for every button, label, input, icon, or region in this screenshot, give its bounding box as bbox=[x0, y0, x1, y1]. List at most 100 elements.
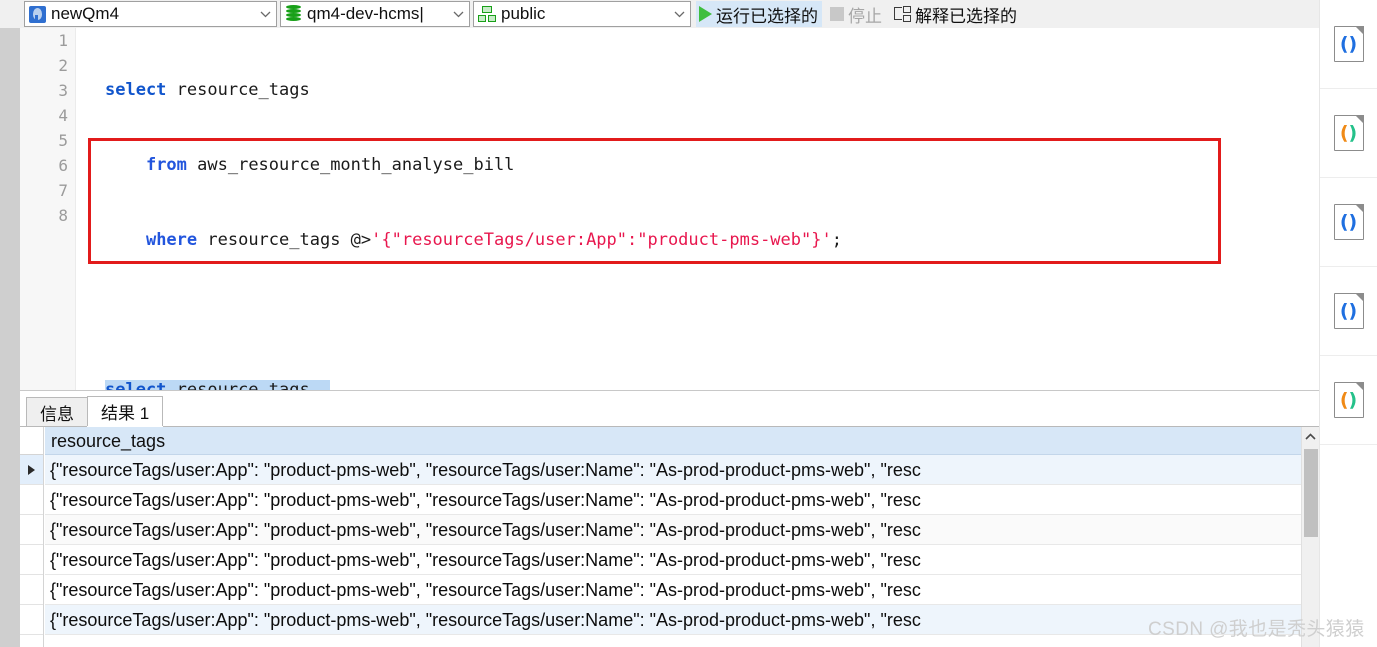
table-row[interactable]: {"resourceTags/user:App": "product-pms-w… bbox=[45, 485, 1301, 515]
schema-dropdown-label: public bbox=[501, 4, 546, 23]
sql-text: ; bbox=[831, 230, 842, 250]
sql-text: resource_tags @> bbox=[197, 230, 372, 250]
code-line-1: select resource_tags bbox=[105, 78, 1319, 103]
line-number: 2 bbox=[58, 56, 68, 75]
paren-right: ) bbox=[1348, 389, 1358, 411]
stop-square-icon bbox=[830, 7, 844, 21]
run-selected-label: 运行已选择的 bbox=[716, 6, 818, 26]
code-file-glyph: () bbox=[1334, 382, 1364, 418]
sql-keyword: from bbox=[145, 155, 187, 175]
chevron-down-icon[interactable] bbox=[670, 11, 688, 18]
play-icon bbox=[699, 6, 712, 22]
paren-left: ( bbox=[1339, 389, 1349, 411]
code-file-glyph: () bbox=[1334, 115, 1364, 151]
row-header-cell[interactable] bbox=[20, 455, 43, 485]
rail-item-3[interactable]: () bbox=[1320, 178, 1377, 267]
code-file-glyph: () bbox=[1334, 26, 1364, 62]
selected-code-span: select resource_tags bbox=[105, 380, 331, 391]
sql-text-pad bbox=[310, 380, 330, 390]
row-header-cell[interactable] bbox=[20, 545, 43, 575]
code-file-icon[interactable]: () bbox=[1333, 26, 1364, 62]
sql-keyword: select bbox=[105, 380, 167, 391]
results-tabstrip: 信息 结果 1 bbox=[20, 396, 1319, 427]
rail-item-5[interactable]: () bbox=[1320, 356, 1377, 445]
table-row[interactable]: {"resourceTags/user:App": "product-pms-w… bbox=[45, 515, 1301, 545]
left-rail bbox=[0, 0, 20, 647]
row-header-column bbox=[20, 427, 44, 647]
code-line-2: from aws_resource_month_analyse_bill bbox=[105, 153, 1319, 178]
sql-text: resource_tags bbox=[166, 80, 310, 100]
connection-dropdown-label: newQm4 bbox=[51, 4, 120, 23]
paren-left: ( bbox=[1339, 33, 1349, 55]
sql-string-literal: '{"resourceTags/user:App":"product-pms-w… bbox=[371, 230, 832, 250]
table-row[interactable]: {"resourceTags/user:App": "product-pms-w… bbox=[45, 605, 1301, 635]
line-number-gutter: 1 2 3 4 5 6 7 8 bbox=[20, 28, 76, 390]
scrollbar-thumb[interactable] bbox=[1304, 449, 1318, 537]
code-file-icon[interactable]: () bbox=[1333, 204, 1364, 240]
code-file-icon[interactable]: () bbox=[1333, 382, 1364, 418]
paren-right: ) bbox=[1348, 300, 1358, 322]
results-pane: 信息 结果 1 resource_tags {"resourceTags/use… bbox=[20, 391, 1319, 647]
sql-keyword: select bbox=[105, 80, 167, 100]
database-cylinder-icon bbox=[285, 5, 302, 23]
paren-left: ( bbox=[1339, 211, 1349, 233]
schema-grid-icon bbox=[478, 5, 496, 23]
sql-client-window: newQm4 qm4-dev-hcms| public 运行已选择的 停止 解释… bbox=[0, 0, 1377, 647]
line-number: 5 bbox=[58, 131, 68, 150]
rail-item-2[interactable]: () bbox=[1320, 89, 1377, 178]
line-number: 7 bbox=[58, 181, 68, 200]
database-dropdown-label: qm4-dev-hcms| bbox=[307, 4, 424, 23]
code-line-3: where resource_tags @>'{"resourceTags/us… bbox=[105, 228, 1319, 253]
chevron-up-icon[interactable] bbox=[1302, 427, 1319, 445]
sql-indent bbox=[105, 155, 146, 175]
column-header-resource-tags[interactable]: resource_tags bbox=[45, 427, 1301, 455]
tab-info-label: 信息 bbox=[40, 404, 74, 424]
code-file-glyph: () bbox=[1334, 293, 1364, 329]
paren-right: ) bbox=[1348, 122, 1358, 144]
row-header-cell[interactable] bbox=[20, 485, 43, 515]
code-line-5: select resource_tags bbox=[105, 378, 1319, 391]
tab-info[interactable]: 信息 bbox=[26, 397, 88, 426]
line-number: 3 bbox=[58, 81, 68, 100]
line-number: 1 bbox=[58, 31, 68, 50]
rail-item-1[interactable]: () bbox=[1320, 0, 1377, 89]
line-number: 6 bbox=[58, 156, 68, 175]
schema-dropdown[interactable]: public bbox=[473, 1, 691, 27]
sql-text: aws_resource_month_analyse_bill bbox=[186, 155, 515, 175]
sql-text: resource_tags bbox=[166, 380, 310, 391]
run-selected-button[interactable]: 运行已选择的 bbox=[696, 1, 822, 27]
table-row[interactable]: {"resourceTags/user:App": "product-pms-w… bbox=[45, 575, 1301, 605]
explain-selected-label: 解释已选择的 bbox=[915, 6, 1017, 26]
table-row[interactable]: {"resourceTags/user:App": "product-pms-w… bbox=[45, 455, 1301, 485]
table-row[interactable]: {"resourceTags/user:App": "product-pms-w… bbox=[45, 545, 1301, 575]
chevron-down-icon[interactable] bbox=[256, 11, 274, 18]
row-header-cell[interactable] bbox=[20, 575, 43, 605]
sql-editor[interactable]: 1 2 3 4 5 6 7 8 select resource_tags fro… bbox=[20, 28, 1319, 391]
row-header-cell[interactable] bbox=[20, 605, 43, 635]
explain-icon bbox=[894, 6, 911, 22]
sql-code-area[interactable]: select resource_tags from aws_resource_m… bbox=[77, 28, 1319, 391]
code-file-icon[interactable]: () bbox=[1333, 115, 1364, 151]
database-dropdown[interactable]: qm4-dev-hcms| bbox=[280, 1, 470, 27]
paren-right: ) bbox=[1348, 211, 1358, 233]
left-rail-top-spacer bbox=[0, 0, 20, 28]
chevron-down-icon[interactable] bbox=[449, 11, 467, 18]
rail-item-4[interactable]: () bbox=[1320, 267, 1377, 356]
results-data-column: resource_tags {"resourceTags/user:App": … bbox=[45, 427, 1301, 647]
connection-dropdown[interactable]: newQm4 bbox=[24, 1, 277, 27]
explain-selected-button[interactable]: 解释已选择的 bbox=[891, 1, 1021, 27]
stop-button[interactable]: 停止 bbox=[827, 1, 886, 27]
row-header-corner bbox=[20, 427, 43, 455]
paren-left: ( bbox=[1339, 300, 1349, 322]
row-header-cell[interactable] bbox=[20, 515, 43, 545]
toolbar: newQm4 qm4-dev-hcms| public 运行已选择的 停止 解释… bbox=[20, 0, 1319, 28]
code-file-icon[interactable]: () bbox=[1333, 293, 1364, 329]
code-file-glyph: () bbox=[1334, 204, 1364, 240]
paren-right: ) bbox=[1348, 33, 1358, 55]
tab-result-1[interactable]: 结果 1 bbox=[87, 396, 164, 426]
paren-left: ( bbox=[1339, 122, 1349, 144]
results-grid[interactable]: resource_tags {"resourceTags/user:App": … bbox=[20, 427, 1319, 647]
sql-indent bbox=[105, 230, 146, 250]
postgres-elephant-icon bbox=[29, 5, 46, 23]
